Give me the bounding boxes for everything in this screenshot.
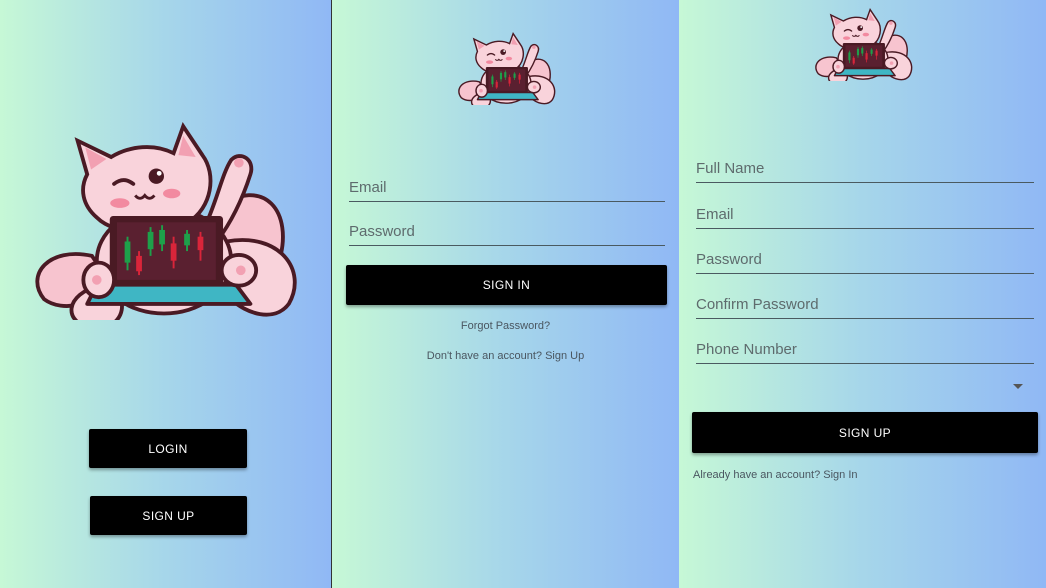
caret-down-icon[interactable] — [1013, 384, 1023, 389]
fox-mascot-laptop-icon — [807, 6, 919, 81]
email-field[interactable] — [696, 204, 1034, 229]
signup-screen: SIGN UP Already have an account? Sign In — [679, 0, 1046, 588]
fox-mascot-laptop-icon — [20, 115, 308, 320]
signin-button[interactable]: SIGN IN — [346, 265, 667, 305]
country-dropdown[interactable] — [696, 378, 1023, 396]
signup-link[interactable]: Don't have an account? Sign Up — [332, 350, 679, 362]
fox-mascot-laptop-icon — [452, 30, 560, 105]
signin-screen: SIGN IN Forgot Password? Don't have an a… — [332, 0, 679, 588]
email-field[interactable] — [349, 177, 665, 202]
welcome-screen: LOGIN SIGN UP — [0, 0, 331, 588]
email-input[interactable] — [349, 177, 665, 201]
login-button[interactable]: LOGIN — [89, 429, 247, 468]
confirm-password-field[interactable] — [696, 294, 1034, 319]
fullname-input[interactable] — [696, 158, 1034, 182]
password-input[interactable] — [696, 249, 1034, 273]
fullname-field[interactable] — [696, 158, 1034, 183]
password-input[interactable] — [349, 221, 665, 245]
signup-button[interactable]: SIGN UP — [692, 412, 1038, 453]
password-field[interactable] — [349, 221, 665, 246]
signup-button[interactable]: SIGN UP — [90, 496, 247, 535]
password-field[interactable] — [696, 249, 1034, 274]
signin-link[interactable]: Already have an account? Sign In — [693, 469, 858, 481]
confirm-password-input[interactable] — [696, 294, 1034, 318]
forgot-password-link[interactable]: Forgot Password? — [332, 320, 679, 332]
email-input[interactable] — [696, 204, 1034, 228]
phone-field[interactable] — [696, 339, 1034, 364]
phone-input[interactable] — [696, 339, 1034, 363]
